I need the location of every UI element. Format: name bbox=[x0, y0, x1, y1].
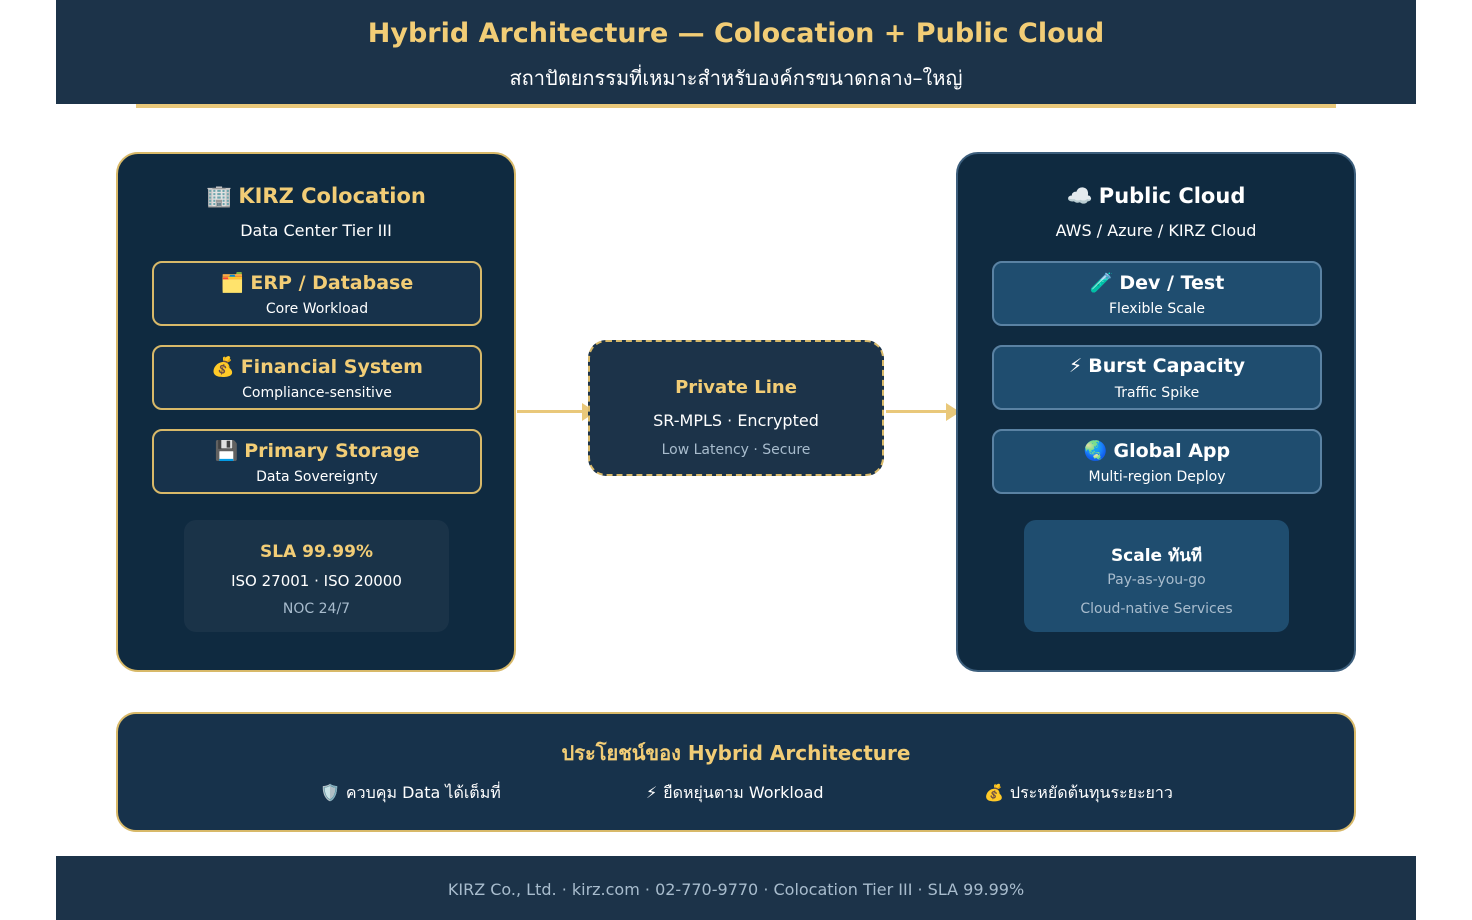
folder-icon: 🗂️ bbox=[220, 272, 245, 294]
iso-certifications: ISO 27001 · ISO 20000 bbox=[231, 572, 402, 590]
card-subtitle: Flexible Scale bbox=[1109, 301, 1205, 317]
card-title: Primary Storage bbox=[244, 440, 420, 462]
public-cloud-title-text: Public Cloud bbox=[1098, 184, 1246, 208]
card-subtitle: Traffic Spike bbox=[1114, 385, 1200, 401]
card-title: Burst Capacity bbox=[1088, 355, 1246, 377]
card-title: ERP / Database bbox=[250, 272, 414, 294]
scale-note: Scale ทันที bbox=[1110, 546, 1203, 566]
money-bag-icon: 💰 bbox=[984, 783, 1004, 802]
public-cloud-title: ☁️ Public Cloud bbox=[958, 184, 1354, 209]
benefit-label: ประหยัดต้นทุนระยะยาว bbox=[1009, 783, 1173, 802]
header-divider bbox=[136, 104, 1336, 108]
connector-line-left bbox=[517, 410, 583, 413]
benefits-title: ประโยชน์ของ Hybrid Architecture bbox=[561, 741, 911, 765]
money-bag-icon: 💰 bbox=[211, 356, 235, 378]
public-cloud-panel: ☁️ Public Cloud AWS / Azure / KIRZ Cloud … bbox=[956, 152, 1356, 672]
page-title: Hybrid Architecture — Colocation + Publi… bbox=[367, 18, 1105, 49]
card-subtitle: Compliance-sensitive bbox=[242, 385, 392, 401]
burst-capacity-card: ⚡ Burst Capacity Traffic Spike bbox=[992, 345, 1322, 410]
card-title: Financial System bbox=[240, 356, 423, 378]
colocation-subtitle: Data Center Tier III bbox=[240, 221, 392, 240]
benefit-label: ควบคุม Data ได้เต็มที่ bbox=[345, 783, 501, 802]
footer-bar: KIRZ Co., Ltd. · kirz.com · 02-770-9770 … bbox=[56, 856, 1416, 920]
benefit-item: 🛡️ ควบคุม Data ได้เต็มที่ bbox=[320, 781, 501, 806]
lightning-icon: ⚡ bbox=[646, 783, 658, 802]
colocation-sla-box: SLA 99.99% ISO 27001 · ISO 20000 NOC 24/… bbox=[184, 520, 449, 632]
private-line-note: Low Latency · Secure bbox=[661, 442, 811, 458]
private-line-subtitle: SR-MPLS · Encrypted bbox=[653, 411, 819, 430]
card-subtitle: Multi-region Deploy bbox=[1088, 469, 1226, 485]
cloud-scale-box: Scale ทันที Pay-as-you-go Cloud-native S… bbox=[1024, 520, 1289, 632]
lightning-icon: ⚡ bbox=[1068, 355, 1083, 377]
building-icon: 🏢 bbox=[206, 184, 233, 208]
erp-database-card: 🗂️ ERP / Database Core Workload bbox=[152, 261, 482, 326]
shield-icon: 🛡️ bbox=[320, 783, 340, 802]
footer-text: KIRZ Co., Ltd. · kirz.com · 02-770-9770 … bbox=[447, 880, 1025, 899]
connector-line-right bbox=[886, 410, 948, 413]
primary-storage-card: 💾 Primary Storage Data Sovereignty bbox=[152, 429, 482, 494]
benefit-item: ⚡ ยืดหยุ่นตาม Workload bbox=[646, 781, 824, 806]
floppy-disk-icon: 💾 bbox=[214, 440, 239, 462]
services-note: Cloud-native Services bbox=[1080, 601, 1233, 617]
financial-system-card: 💰 Financial System Compliance-sensitive bbox=[152, 345, 482, 410]
colocation-title-text: KIRZ Colocation bbox=[238, 184, 426, 208]
card-subtitle: Core Workload bbox=[265, 301, 369, 317]
public-cloud-subtitle: AWS / Azure / KIRZ Cloud bbox=[1055, 221, 1257, 240]
benefits-box: ประโยชน์ของ Hybrid Architecture 🛡️ ควบคุม… bbox=[116, 712, 1356, 832]
colocation-panel: 🏢 KIRZ Colocation Data Center Tier III 🗂️… bbox=[116, 152, 516, 672]
card-title: Global App bbox=[1113, 440, 1231, 462]
page-subtitle: สถาปัตยกรรมที่เหมาะสำหรับองค์กรขนาดกลาง–… bbox=[509, 66, 963, 90]
pricing-note: Pay-as-you-go bbox=[1107, 572, 1206, 588]
noc-note: NOC 24/7 bbox=[282, 601, 351, 617]
private-line-box: Private Line SR-MPLS · Encrypted Low Lat… bbox=[588, 340, 884, 476]
globe-icon: 🌏 bbox=[1083, 440, 1108, 462]
global-app-card: 🌏 Global App Multi-region Deploy bbox=[992, 429, 1322, 494]
card-subtitle: Data Sovereignty bbox=[256, 469, 378, 485]
colocation-title: 🏢 KIRZ Colocation bbox=[118, 184, 514, 209]
sla-value: SLA 99.99% bbox=[260, 542, 373, 562]
cloud-icon: ☁️ bbox=[1066, 184, 1093, 208]
benefit-item: 💰 ประหยัดต้นทุนระยะยาว bbox=[984, 781, 1173, 806]
benefit-label: ยืดหยุ่นตาม Workload bbox=[663, 783, 824, 802]
dev-test-card: 🧪 Dev / Test Flexible Scale bbox=[992, 261, 1322, 326]
test-tube-icon: 🧪 bbox=[1089, 272, 1114, 294]
header-banner: Hybrid Architecture — Colocation + Publi… bbox=[56, 0, 1416, 104]
private-line-title: Private Line bbox=[675, 377, 797, 398]
card-title: Dev / Test bbox=[1119, 272, 1225, 294]
